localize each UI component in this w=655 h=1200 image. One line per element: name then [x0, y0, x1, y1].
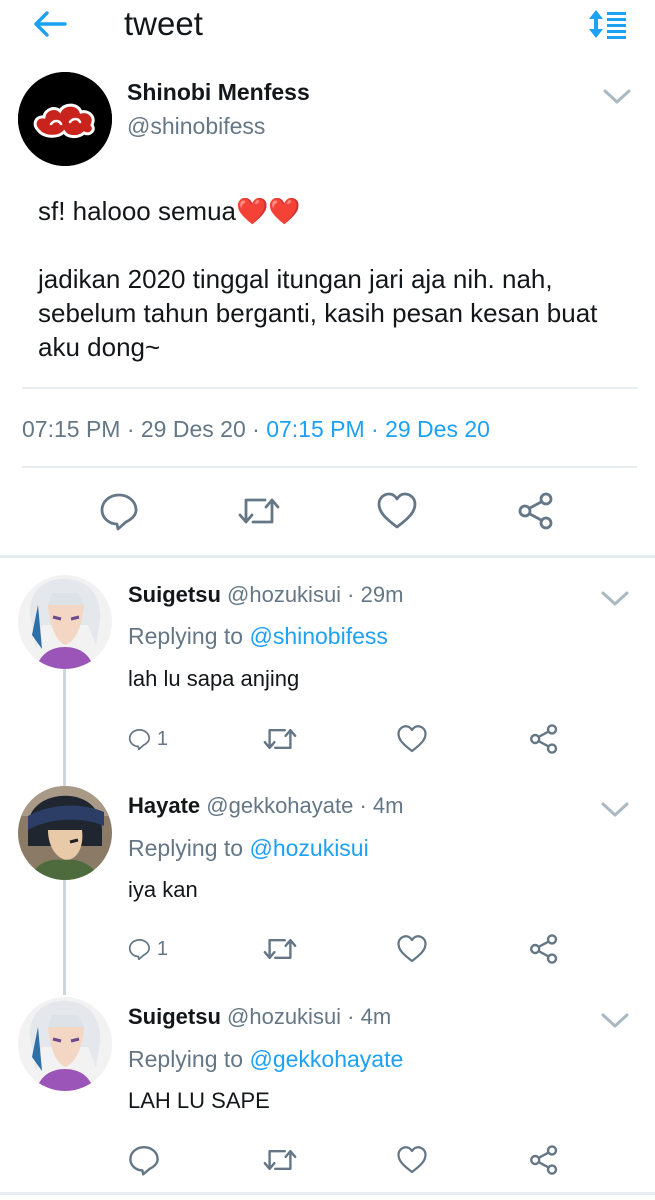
chevron-down-icon [601, 591, 629, 606]
like-button[interactable] [374, 488, 420, 534]
replying-to-label: Replying to [128, 835, 250, 861]
chevron-down-icon [603, 89, 631, 104]
reply-menu-button[interactable] [598, 1010, 632, 1032]
avatar[interactable] [18, 997, 112, 1091]
tweet-text-paragraph: jadikan 2020 tinggal itungan jari aja ni… [38, 264, 598, 362]
reply-icon [128, 728, 151, 751]
share-icon [530, 724, 558, 754]
share-icon [518, 492, 553, 530]
replying-to-link[interactable]: @hozukisui [249, 835, 368, 861]
reply-text: LAH LU SAPE [128, 1088, 270, 1113]
divider [22, 466, 637, 468]
retweet-icon [263, 729, 297, 749]
tweet-menu-button[interactable] [600, 86, 634, 108]
chevron-down-icon [601, 1013, 629, 1028]
reply-author-name[interactable]: Suigetsu [128, 582, 221, 607]
retweet-button[interactable] [262, 929, 302, 969]
share-icon [530, 1145, 558, 1175]
reply-count: 1 [156, 937, 168, 960]
reply-author-name[interactable]: Hayate [128, 793, 200, 818]
reply-header: Suigetsu @hozukisui · 4m [128, 1003, 391, 1031]
reply-author-meta: @gekkohayate · 4m [200, 793, 404, 818]
replying-to-link[interactable]: @gekkohayate [249, 1046, 403, 1072]
thread-line [63, 668, 66, 786]
reply-count: 1 [156, 727, 168, 750]
reply-icon [100, 493, 138, 531]
timestamp-text: 07:15 PM · 29 Des 20 · [22, 416, 267, 442]
avatar[interactable] [18, 786, 112, 880]
author-handle[interactable]: @shinobifess [127, 112, 265, 140]
heart-icon [377, 492, 417, 529]
reply-menu-button[interactable] [598, 588, 632, 610]
retweet-button[interactable] [262, 719, 302, 759]
heart-icon [397, 1146, 427, 1174]
reply-menu-button[interactable] [598, 799, 632, 821]
retweet-icon [263, 939, 297, 959]
reply-text: lah lu sapa anjing [128, 666, 300, 691]
tweet-body: sf! halooo semua❤️❤️ jadikan 2020 tingga… [38, 194, 618, 364]
page-title: tweet [124, 5, 203, 42]
heart-icon [397, 935, 427, 963]
reply-icon [129, 1146, 159, 1176]
author-name[interactable]: Shinobi Menfess [127, 78, 310, 106]
sort-icon [589, 10, 626, 39]
share-button[interactable] [513, 488, 559, 534]
replying-to-label: Replying to [128, 623, 250, 649]
like-button[interactable] [396, 719, 436, 759]
share-button[interactable] [528, 1140, 568, 1180]
reply-icon [128, 938, 151, 961]
reply-text: iya kan [128, 877, 198, 902]
retweet-button[interactable] [262, 1140, 302, 1180]
tweet-timestamp: 07:15 PM · 29 Des 20 · 07:15 PM · 29 Des… [22, 412, 490, 446]
reply-header: Suigetsu @hozukisui · 29m [128, 581, 403, 609]
avatar-image-suigetsu [18, 575, 112, 669]
reply-author-name[interactable]: Suigetsu [128, 1004, 221, 1029]
avatar[interactable] [18, 575, 112, 669]
reply-author-meta: @hozukisui · 4m [220, 1004, 392, 1029]
avatar[interactable] [18, 72, 112, 166]
tweet-text-line: sf! halooo semua❤️❤️ [38, 196, 301, 226]
retweet-icon [238, 498, 280, 524]
like-button[interactable] [396, 1140, 436, 1180]
chevron-down-icon [601, 802, 629, 817]
reply-button[interactable] [128, 1140, 168, 1180]
share-button[interactable] [528, 929, 568, 969]
reply-button[interactable]: 1 [128, 929, 168, 969]
retweet-icon [263, 1150, 297, 1170]
like-button[interactable] [396, 929, 436, 969]
reply-author-meta: @hozukisui · 29m [220, 582, 404, 607]
avatar-image-suigetsu [18, 997, 112, 1091]
divider [22, 387, 637, 389]
sort-button[interactable] [586, 6, 630, 42]
replying-to: Replying to @hozukisui [128, 834, 369, 862]
share-icon [530, 934, 558, 964]
arrow-left-icon [34, 11, 67, 37]
replying-to: Replying to @gekkohayate [128, 1045, 403, 1073]
divider [0, 1192, 655, 1195]
share-button[interactable] [528, 719, 568, 759]
akatsuki-cloud-icon [18, 72, 112, 166]
reply-button[interactable]: 1 [128, 719, 168, 759]
replying-to-link[interactable]: @shinobifess [249, 623, 387, 649]
avatar-image-hayate [18, 786, 112, 880]
timestamp-link[interactable]: 07:15 PM · 29 Des 20 [266, 416, 490, 442]
replying-to: Replying to @shinobifess [128, 622, 388, 650]
back-button[interactable] [28, 6, 72, 42]
reply-header: Hayate @gekkohayate · 4m [128, 792, 403, 820]
reply-button[interactable] [96, 488, 142, 534]
thread-line [63, 880, 66, 995]
replying-to-label: Replying to [128, 1046, 250, 1072]
heart-icon [397, 725, 427, 753]
retweet-button[interactable] [236, 488, 282, 534]
divider [0, 555, 655, 558]
